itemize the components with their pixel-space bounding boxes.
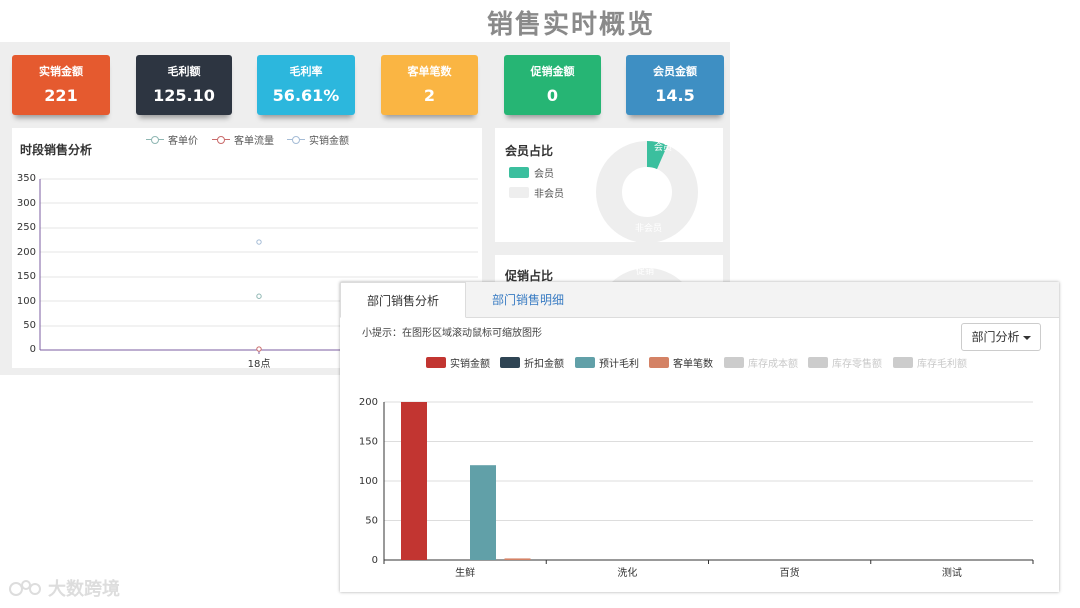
member-donut-chart[interactable]: 会员 非会员: [495, 128, 723, 242]
app-root: 销售实时概览 实销金额 221 毛利额 125.10 毛利率 56.61% 客单…: [0, 0, 1080, 608]
bar-预计毛利-生鲜: [470, 465, 496, 560]
bar-实销金额-生鲜: [401, 402, 427, 560]
data-point-客单价: [256, 293, 262, 299]
data-point-实销金额: [256, 239, 262, 245]
data-point-客单流量: [256, 346, 262, 352]
kpi-card-margin: 毛利率 56.61%: [257, 55, 355, 115]
x-tick-label: 百货: [780, 566, 800, 579]
dept-bar-chart[interactable]: 200 150 100 50 0 生鲜 洗化 百货 测试: [340, 282, 1059, 592]
kpi-value: 14.5: [655, 86, 695, 105]
x-tick-label: 洗化: [617, 566, 637, 579]
watermark: 大数跨境: [8, 575, 120, 601]
kpi-value: 0: [546, 86, 559, 105]
kpi-value: 221: [44, 86, 78, 105]
watermark-logo-icon: [9, 580, 41, 596]
slice-label-member: 会员: [654, 141, 672, 153]
time-chart-points: [256, 239, 262, 352]
y-tick-label: 150: [359, 437, 378, 448]
kpi-card-sales: 实销金额 221: [12, 55, 110, 115]
dept-chart-labels: 200 150 100 50 0 生鲜 洗化 百货 测试: [359, 397, 962, 579]
kpi-value: 125.10: [153, 86, 215, 105]
kpi-value: 56.61%: [272, 86, 340, 105]
y-tick-label: 0: [372, 555, 378, 566]
watermark-text: 大数跨境: [48, 579, 120, 600]
dept-sales-panel: 部门销售分析 部门销售明细 小提示：在图形区域滚动鼠标可缩放图形 部门分析 实销…: [340, 282, 1059, 592]
kpi-card-orders: 客单笔数 2: [381, 55, 478, 115]
x-tick-label: 生鲜: [455, 566, 475, 579]
x-tick-label: 18点: [247, 359, 271, 370]
x-tick-label: 测试: [942, 566, 962, 579]
kpi-label: 毛利率: [289, 65, 323, 78]
slice-label-promo: 促销: [636, 265, 654, 277]
kpi-card-member: 会员金额 14.5: [626, 55, 724, 115]
page-title: 销售实时概览: [487, 10, 656, 40]
slice-label-non-member: 非会员: [635, 222, 662, 234]
kpi-label: 毛利额: [167, 65, 201, 78]
kpi-label: 会员金额: [653, 65, 697, 78]
kpi-card-promo: 促销金额 0: [504, 55, 601, 115]
bar-客单笔数-生鲜: [504, 558, 531, 560]
kpi-value: 2: [423, 86, 436, 105]
member-share-card: 会员占比 会员 非会员 会员 非会员: [495, 128, 723, 242]
kpi-label: 客单笔数: [407, 65, 452, 78]
y-tick-label: 100: [359, 476, 378, 487]
y-tick-label: 200: [359, 397, 378, 408]
y-tick-label: 50: [365, 516, 378, 527]
kpi-label: 促销金额: [530, 65, 575, 78]
kpi-label: 实销金额: [39, 65, 83, 78]
kpi-card-gross-profit: 毛利额 125.10: [136, 55, 232, 115]
